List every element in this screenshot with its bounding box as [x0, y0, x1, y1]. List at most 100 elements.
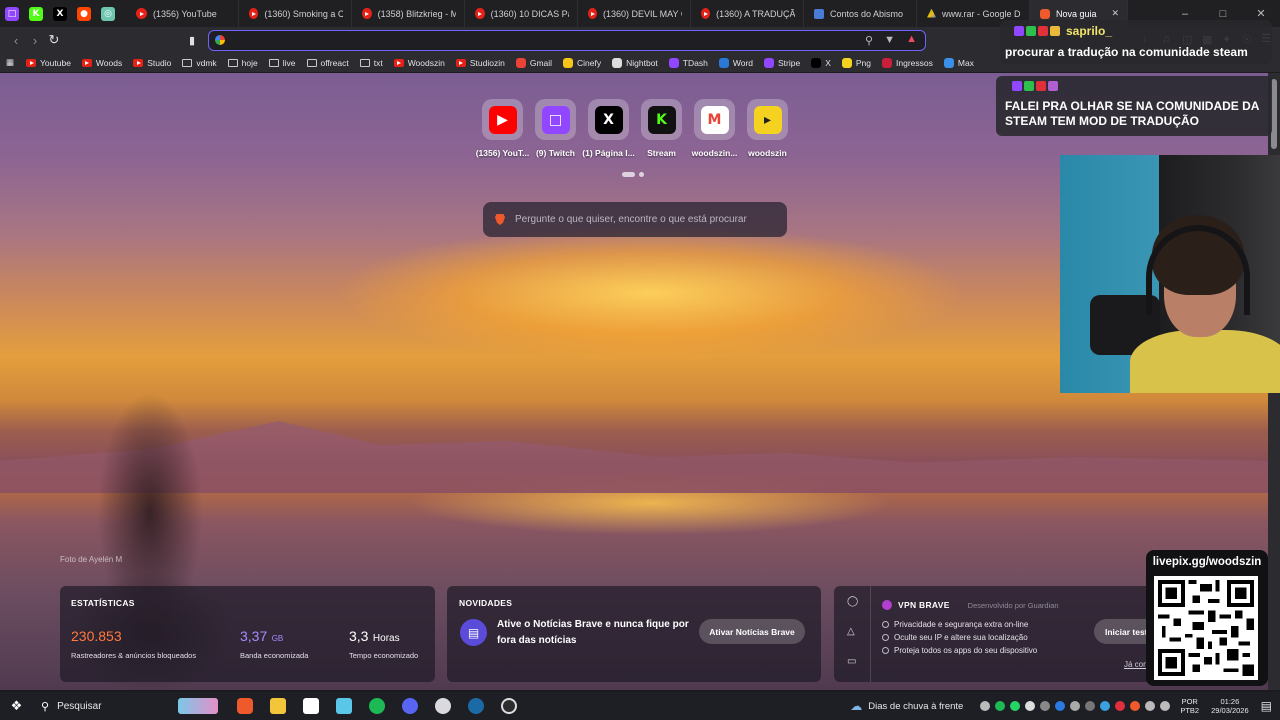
notifications-icon[interactable]: ▤	[1261, 699, 1272, 713]
taskbar-notepad[interactable]	[327, 692, 360, 720]
bookmark-tdash[interactable]: TDash	[668, 57, 708, 68]
kick-icon: K	[29, 6, 43, 21]
vpn-feature-text: Privacidade e segurança extra on-line	[894, 620, 1029, 629]
gpu-icon[interactable]	[1069, 701, 1080, 711]
top-site[interactable]: Mwoodszin...	[688, 99, 741, 158]
close-tab-icon[interactable]: ✕	[1111, 8, 1119, 19]
taskbar-steam[interactable]	[459, 692, 492, 720]
top-sites-pager	[622, 172, 644, 177]
news-text: Ative o Notícias Brave e nunca fique por…	[497, 619, 689, 646]
browser-tab[interactable]: Contos do Abismo	[804, 0, 917, 27]
bookmark-cinefy[interactable]: Cinefy	[563, 57, 601, 68]
reload-button[interactable]: ↻	[44, 30, 64, 50]
brave-shields-icon[interactable]: ▼	[884, 34, 895, 46]
bookmark-word[interactable]: Word	[718, 57, 753, 68]
vpn-shield-icon[interactable]: ◯	[847, 596, 858, 607]
bookmark-live[interactable]: live	[268, 58, 296, 68]
tray-app-icon[interactable]	[1024, 701, 1035, 711]
browser-tab[interactable]: (1360) DEVIL MAY CRY	[578, 0, 691, 27]
input-language[interactable]: POR PTB2	[1180, 697, 1199, 715]
taskbar-obs[interactable]	[492, 692, 525, 720]
pager-dot[interactable]	[639, 172, 644, 177]
bookmark-ingressos[interactable]: Ingressos	[882, 57, 933, 68]
top-site-tile[interactable]: X	[588, 99, 629, 140]
bookmark-max[interactable]: Max	[943, 57, 974, 68]
bookmark-txt[interactable]: txt	[359, 58, 383, 68]
taskbar-search[interactable]: ⚲ Pesquisar	[33, 692, 168, 720]
bookmark-studio[interactable]: Studio	[133, 58, 171, 68]
top-site-tile[interactable]: K	[641, 99, 682, 140]
apps-grid-icon[interactable]: ▦	[6, 57, 14, 68]
pinned-tab-reddit[interactable]: ●	[72, 0, 96, 27]
top-site-tile[interactable]: ▸	[747, 99, 788, 140]
taskbar-discord[interactable]	[393, 692, 426, 720]
top-site[interactable]: □ (9) Twitch	[529, 99, 582, 158]
top-site-tile[interactable]: ▶	[482, 99, 523, 140]
address-input[interactable]	[231, 31, 831, 49]
pinned-tab-chatgpt[interactable]: ◎	[96, 0, 120, 27]
brave-rewards-icon[interactable]: ▲	[906, 33, 917, 45]
tray-red-icon[interactable]	[1114, 701, 1125, 711]
address-bar[interactable]: ⚲ ▼ ▲	[208, 30, 926, 51]
check-badge-icon	[1024, 81, 1034, 91]
steam-tray-icon[interactable]	[1039, 701, 1050, 711]
chatgpt-icon: ◎	[101, 6, 115, 21]
photo-credit[interactable]: Foto de Ayelén M	[60, 555, 122, 564]
brave-tray-icon[interactable]	[1129, 701, 1140, 711]
tray-misc-icon[interactable]	[1084, 701, 1095, 711]
widgets-button[interactable]	[168, 692, 228, 720]
top-site[interactable]: X (1) Página I...	[582, 99, 635, 158]
search-box[interactable]: Pergunte o que quiser, encontre o que es…	[483, 202, 787, 237]
bookmark-nightbot[interactable]: Nightbot	[612, 57, 658, 68]
pager-dot-active[interactable]	[622, 172, 635, 177]
bookmark-woodszin[interactable]: Woodszin	[393, 58, 445, 68]
top-site-tile[interactable]: □	[535, 99, 576, 140]
bookmark-gmail[interactable]: Gmail	[515, 57, 552, 68]
taskbar-capcut[interactable]	[294, 692, 327, 720]
pinned-tab-kick[interactable]: K	[24, 0, 48, 27]
activate-news-button[interactable]: Ativar Notícias Brave	[699, 619, 805, 644]
zoom-icon[interactable]: ⚲	[865, 34, 873, 47]
taskbar-spotify[interactable]	[360, 692, 393, 720]
top-site[interactable]: K Stream	[635, 99, 688, 158]
browser-tab[interactable]: (1356) YouTube	[126, 0, 239, 27]
bookmark-png[interactable]: Png	[841, 57, 871, 68]
wifi-icon[interactable]	[1144, 701, 1155, 711]
top-site[interactable]: ▶ (1356) YouT...	[476, 99, 529, 158]
pinned-tab-x[interactable]: X	[48, 0, 72, 27]
taskbar-brave[interactable]	[228, 692, 261, 720]
bookmark-woods[interactable]: Woods	[81, 58, 122, 68]
browser-tab[interactable]: (1358) Blitzkrieg - Mits	[352, 0, 465, 27]
network-tray-icon[interactable]	[1099, 701, 1110, 711]
bookmark-studiozin[interactable]: Studiozin	[455, 58, 505, 68]
taskbar-chatgpt[interactable]	[426, 692, 459, 720]
browser-tab[interactable]: (1360) Smoking a Ciga	[239, 0, 352, 27]
bookmark-offreact[interactable]: offreact	[306, 58, 349, 68]
bookmark-vdmk[interactable]: vdmk	[182, 57, 217, 68]
weather-widget[interactable]: ☁ Dias de chuva à frente	[850, 699, 963, 713]
bookmark-youtube[interactable]: Youtube	[26, 58, 71, 68]
vpn-triangle-icon[interactable]: △	[847, 626, 855, 637]
bookmark-x[interactable]: X	[811, 57, 831, 68]
forward-button[interactable]: ›	[25, 30, 45, 50]
volume-icon[interactable]	[1159, 701, 1170, 711]
browser-tab[interactable]: (1360) A TRADUÇÃO D	[691, 0, 804, 27]
vpn-screen-icon[interactable]: ▭	[847, 656, 856, 667]
pinned-tab-twitch[interactable]: □	[0, 0, 24, 27]
bookmark-button[interactable]: ▮	[182, 30, 202, 50]
start-button[interactable]: ❖	[0, 692, 33, 720]
whatsapp-icon[interactable]	[1009, 701, 1020, 711]
top-site-tile[interactable]: M	[694, 99, 735, 140]
back-button[interactable]: ‹	[6, 30, 26, 50]
headset-icon[interactable]	[979, 701, 990, 711]
spotify-tray-icon[interactable]	[994, 701, 1005, 711]
bookmark-hoje[interactable]: hoje	[227, 58, 258, 68]
bluetooth-icon[interactable]	[1054, 701, 1065, 711]
bookmark-label: vdmk	[196, 57, 217, 68]
clock[interactable]: 01:26 29/03/2026	[1211, 697, 1249, 715]
taskbar-explorer[interactable]	[261, 692, 294, 720]
clock-time: 01:26	[1220, 697, 1240, 706]
browser-tab[interactable]: (1360) 10 DICAS Para	[465, 0, 578, 27]
top-site[interactable]: ▸ woodszin	[741, 99, 794, 158]
bookmark-stripe[interactable]: Stripe	[764, 57, 800, 68]
